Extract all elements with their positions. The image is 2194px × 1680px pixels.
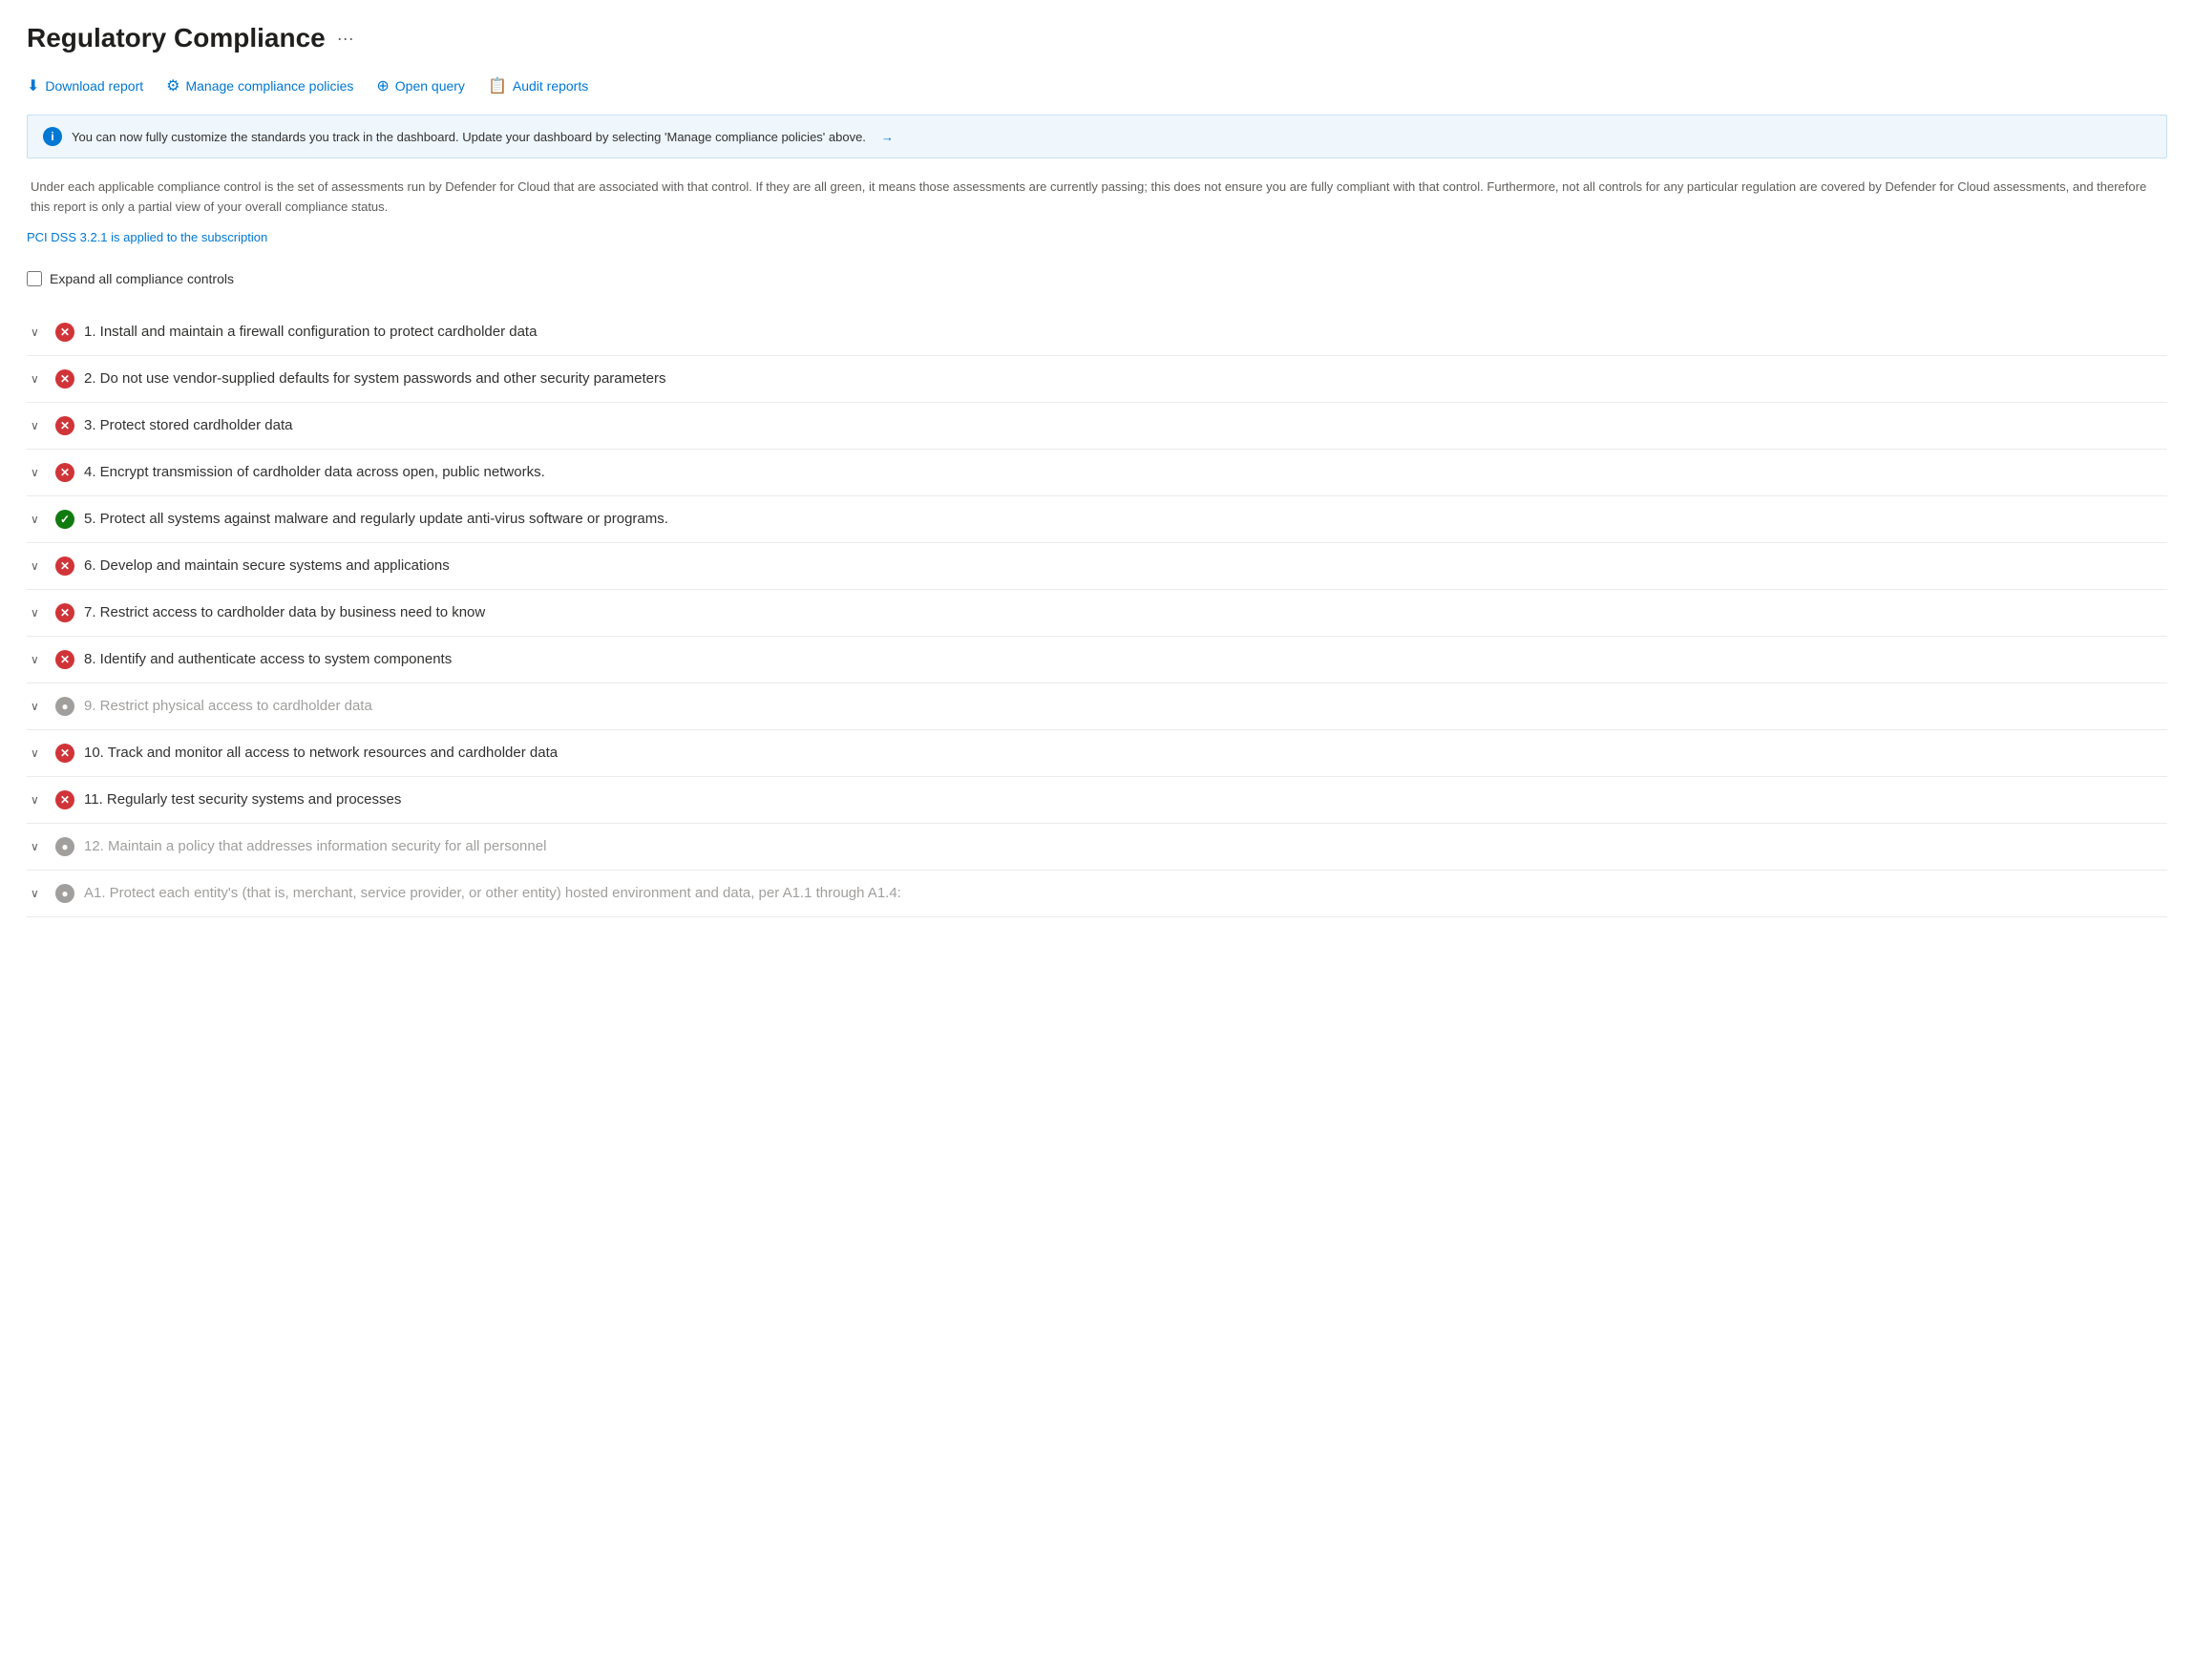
manage-label: Manage compliance policies [185, 78, 353, 94]
item-text-1: 1. Install and maintain a firewall confi… [84, 324, 537, 340]
compliance-item-7[interactable]: ∨ ✕ 7. Restrict access to cardholder data … [27, 590, 2167, 637]
banner-arrow[interactable]: → [881, 130, 894, 144]
info-icon: i [43, 127, 62, 146]
compliance-item-6[interactable]: ∨ ✕ 6. Develop and maintain secure systems… [27, 543, 2167, 590]
status-icon-13: ● [55, 884, 74, 903]
item-text-5: 5. Protect all systems against malware a… [84, 511, 668, 527]
toolbar: ⬇ Download report ⚙ Manage compliance po… [27, 73, 2167, 99]
item-text-3: 3. Protect stored cardholder data [84, 417, 292, 433]
compliance-item-1[interactable]: ∨ ✕ 1. Install and maintain a firewall con… [27, 309, 2167, 356]
status-icon-12: ● [55, 837, 74, 856]
item-text-7: 7. Restrict access to cardholder data by… [84, 604, 485, 620]
download-icon: ⬇ [27, 76, 39, 95]
gear-shield-icon: ⚙ [166, 76, 179, 95]
expand-all-label: Expand all compliance controls [50, 271, 234, 286]
page-title: Regulatory Compliance ··· [27, 23, 2167, 53]
item-text-9: 9. Restrict physical access to cardholde… [84, 698, 372, 714]
status-icon-1: ✕ [55, 323, 74, 342]
status-icon-7: ✕ [55, 603, 74, 622]
compliance-item-5[interactable]: ∨ ✓ 5. Protect all systems against malware… [27, 496, 2167, 543]
item-text-4: 4. Encrypt transmission of cardholder da… [84, 464, 545, 480]
status-icon-6: ✕ [55, 556, 74, 576]
chevron-icon: ∨ [31, 559, 46, 573]
compliance-item-10[interactable]: ∨ ✕ 10. Track and monitor all access to ne… [27, 730, 2167, 777]
chevron-icon: ∨ [31, 466, 46, 479]
compliance-item-2[interactable]: ∨ ✕ 2. Do not use vendor-supplied defaults… [27, 356, 2167, 403]
audit-icon: 📋 [488, 76, 507, 95]
compliance-item-12[interactable]: ∨ ● 12. Maintain a policy that addresses i… [27, 824, 2167, 871]
item-text-2: 2. Do not use vendor-supplied defaults f… [84, 370, 665, 387]
audit-reports-button[interactable]: 📋 Audit reports [488, 73, 588, 99]
chevron-icon: ∨ [31, 746, 46, 760]
status-icon-2: ✕ [55, 369, 74, 388]
chevron-icon: ∨ [31, 653, 46, 666]
compliance-item-3[interactable]: ∨ ✕ 3. Protect stored cardholder data [27, 403, 2167, 450]
description-text: Under each applicable compliance control… [27, 178, 2167, 218]
chevron-icon: ∨ [31, 326, 46, 339]
chevron-icon: ∨ [31, 513, 46, 526]
query-label: Open query [395, 78, 465, 94]
chevron-icon: ∨ [31, 840, 46, 853]
item-text-13: A1. Protect each entity's (that is, merc… [84, 885, 901, 901]
item-text-11: 11. Regularly test security systems and … [84, 791, 401, 808]
status-icon-4: ✕ [55, 463, 74, 482]
compliance-item-11[interactable]: ∨ ✕ 11. Regularly test security systems an… [27, 777, 2167, 824]
status-icon-8: ✕ [55, 650, 74, 669]
status-icon-9: ● [55, 697, 74, 716]
info-banner: i You can now fully customize the standa… [27, 115, 2167, 158]
manage-compliance-button[interactable]: ⚙ Manage compliance policies [166, 73, 353, 99]
compliance-item-13[interactable]: ∨ ● A1. Protect each entity's (that is, me… [27, 871, 2167, 917]
query-icon: ⊕ [376, 76, 389, 95]
item-text-6: 6. Develop and maintain secure systems a… [84, 557, 450, 574]
status-icon-5: ✓ [55, 510, 74, 529]
title-ellipsis: ··· [337, 29, 354, 49]
audit-label: Audit reports [513, 78, 588, 94]
chevron-icon: ∨ [31, 700, 46, 713]
title-text: Regulatory Compliance [27, 23, 326, 53]
pci-link[interactable]: PCI DSS 3.2.1 is applied to the subscrip… [27, 230, 267, 244]
expand-all-row: Expand all compliance controls [27, 263, 2167, 294]
chevron-icon: ∨ [31, 887, 46, 900]
item-text-12: 12. Maintain a policy that addresses inf… [84, 838, 546, 854]
chevron-icon: ∨ [31, 372, 46, 386]
chevron-icon: ∨ [31, 419, 46, 432]
compliance-item-8[interactable]: ∨ ✕ 8. Identify and authenticate access to… [27, 637, 2167, 683]
status-icon-3: ✕ [55, 416, 74, 435]
open-query-button[interactable]: ⊕ Open query [376, 73, 465, 99]
item-text-10: 10. Track and monitor all access to netw… [84, 745, 558, 761]
expand-all-checkbox[interactable] [27, 271, 42, 286]
status-icon-11: ✕ [55, 790, 74, 809]
compliance-item-9[interactable]: ∨ ● 9. Restrict physical access to cardhol… [27, 683, 2167, 730]
download-report-button[interactable]: ⬇ Download report [27, 73, 143, 99]
compliance-item-4[interactable]: ∨ ✕ 4. Encrypt transmission of cardholder … [27, 450, 2167, 496]
compliance-list: ∨ ✕ 1. Install and maintain a firewall con… [27, 309, 2167, 917]
item-text-8: 8. Identify and authenticate access to s… [84, 651, 452, 667]
download-label: Download report [45, 78, 143, 94]
chevron-icon: ∨ [31, 606, 46, 620]
status-icon-10: ✕ [55, 744, 74, 763]
chevron-icon: ∨ [31, 793, 46, 807]
banner-message: You can now fully customize the standard… [72, 130, 866, 144]
